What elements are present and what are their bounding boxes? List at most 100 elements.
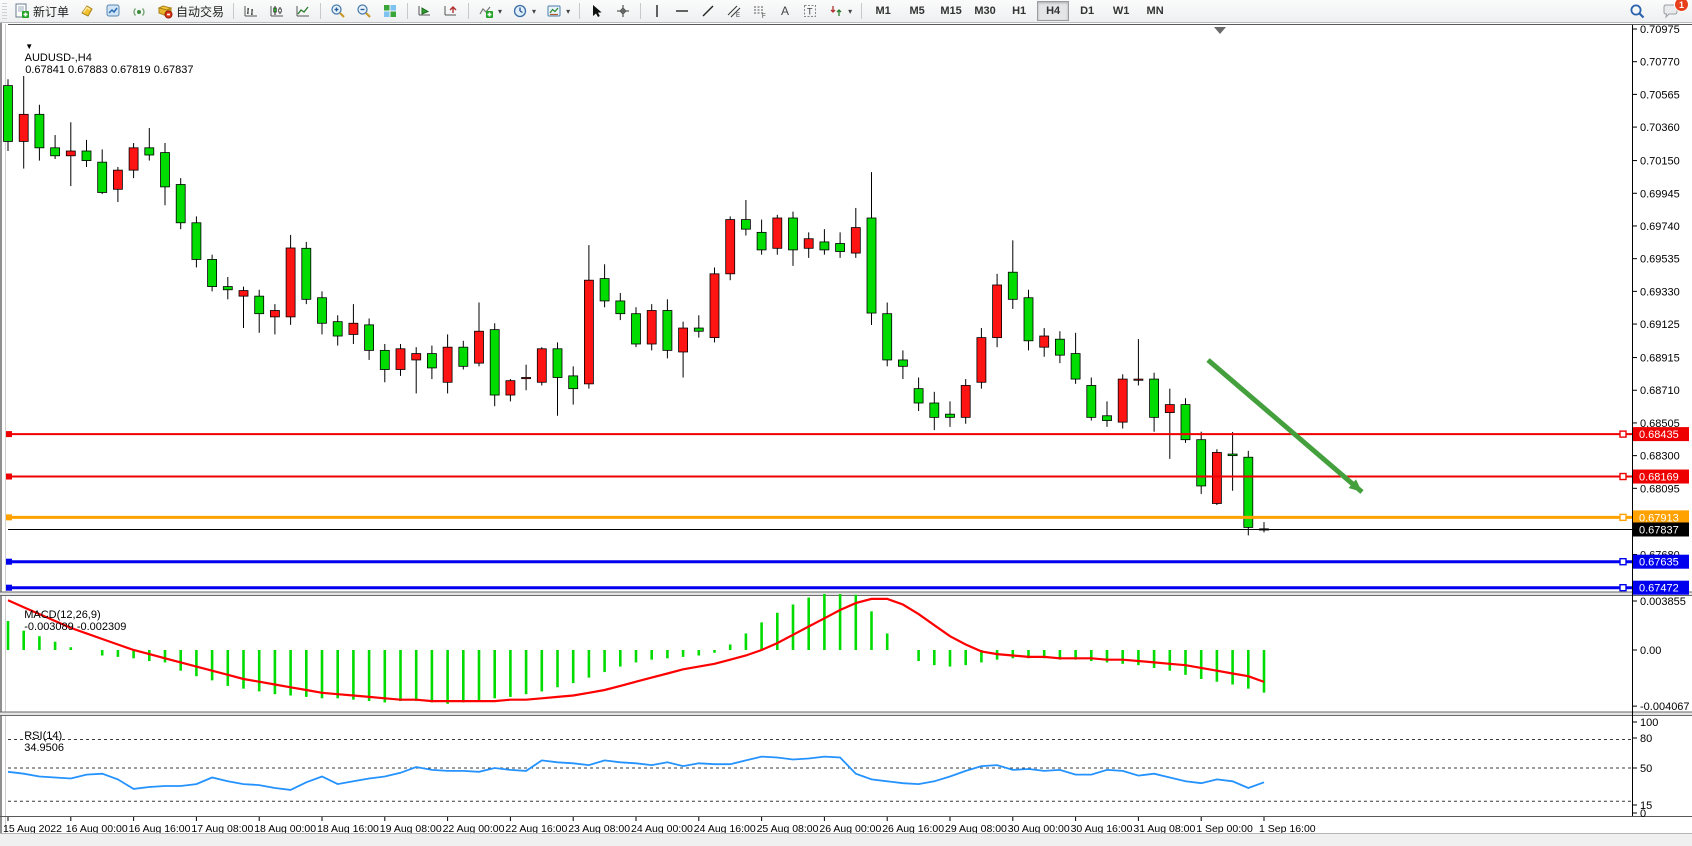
timeframe-button-h1[interactable]: H1 [1003,1,1035,21]
candle-body [239,291,248,297]
timeframe-button-m1[interactable]: M1 [867,1,899,21]
candle-body [176,185,185,223]
candle-body [161,153,170,187]
text-label-button[interactable]: T [798,0,822,22]
candle-body [255,296,264,314]
price-label-current-price: 0.67837 [1639,524,1679,536]
text-button[interactable]: A [774,0,796,22]
ohlc-values: 0.67841 0.67883 0.67819 0.67837 [25,64,193,76]
timeframe-button-d1[interactable]: D1 [1071,1,1103,21]
bar-chart-icon [243,3,259,19]
candle-body [898,360,907,366]
candle-body [223,287,232,290]
equidistant-channel-button[interactable]: E [722,0,746,22]
toolbar-separator [640,3,641,19]
candle-body [600,279,609,301]
timeframe-button-w1[interactable]: W1 [1105,1,1137,21]
candle-body [349,323,358,334]
candle-body [820,242,829,250]
candle-body [1008,272,1017,299]
macd-tick: -0.004067 [1640,701,1690,713]
price-tick: 0.69945 [1640,188,1680,200]
market-watch-button[interactable] [75,0,99,22]
candle-body [4,86,13,142]
toolbar-separator [407,3,408,19]
status-bar [0,833,1692,846]
candle-body [82,151,91,161]
pane-separator-rsi[interactable] [0,712,1692,716]
rsi-pane-label: RSI(14) 34.9506 [12,718,64,766]
templates-button[interactable]: ▾ [542,0,574,22]
main-toolbar: 新订单 自动交易 [0,0,1692,23]
hline-handle-right[interactable] [1620,585,1626,591]
bar-chart-type-button[interactable] [239,0,263,22]
chevron-down-icon: ▾ [498,7,502,16]
svg-text:T: T [807,7,813,17]
arrows-button[interactable]: ▾ [824,0,856,22]
hline-handle-right[interactable] [1620,514,1626,520]
rsi-tick: 80 [1640,733,1652,745]
price-tick: 0.68710 [1640,385,1680,397]
candle-body [726,220,735,274]
tile-windows-button[interactable] [378,0,402,22]
hline-handle-right[interactable] [1620,559,1626,565]
hline-handle-left[interactable] [6,514,12,520]
hline-handle-left[interactable] [6,585,12,591]
horizontal-line-button[interactable] [670,0,694,22]
hline-handle-right[interactable] [1620,474,1626,480]
price-tick: 0.68915 [1640,353,1680,365]
candle-body [1087,385,1096,417]
candle-body [1228,454,1237,456]
trendline-button[interactable] [696,0,720,22]
timeframe-button-m5[interactable]: M5 [901,1,933,21]
price-tick: 0.69125 [1640,319,1680,331]
timeframe-button-h4[interactable]: H4 [1037,1,1069,21]
line-chart-type-button[interactable] [291,0,315,22]
auto-scroll-button[interactable] [413,0,437,22]
rsi-title: RSI(14) [24,730,62,742]
candle-chart-type-button[interactable] [265,0,289,22]
periods-button[interactable]: ▾ [508,0,540,22]
hline-handle-right[interactable] [1620,431,1626,437]
timeframe-button-m15[interactable]: M15 [935,1,967,21]
crosshair-button[interactable] [611,0,635,22]
timeframe-button-m30[interactable]: M30 [969,1,1001,21]
auto-trading-button[interactable]: 自动交易 [153,0,228,22]
timeframe-button-mn[interactable]: MN [1139,1,1171,21]
pane-separator-macd[interactable] [0,592,1692,596]
cursor-button[interactable] [585,0,609,22]
hline-handle-left[interactable] [6,559,12,565]
search-button[interactable] [1625,0,1650,22]
collapse-icon[interactable]: ▼ [25,42,33,51]
zoom-out-button[interactable] [352,0,376,22]
notification-badge[interactable]: 1 [1674,0,1689,12]
indicators-icon [478,3,494,19]
chart-canvas[interactable]: 0.709750.707700.705650.703600.701500.699… [0,0,1692,846]
toolbar-separator [579,3,580,19]
price-tick: 0.69330 [1640,286,1680,298]
line-chart-icon [295,3,311,19]
fibonacci-button[interactable]: F [748,0,772,22]
trendline-icon [700,3,716,19]
candle-body [993,285,1002,338]
svg-text:F: F [762,14,766,19]
price-label-resistance-2: 0.68169 [1639,472,1679,484]
candle-body [208,259,217,286]
candle-body [51,148,60,156]
toolbar-grip[interactable] [2,3,7,19]
hline-handle-left[interactable] [6,431,12,437]
profile-button[interactable] [101,0,125,22]
candle-body [145,148,154,155]
candle-body [318,298,327,324]
new-order-button[interactable]: 新订单 [10,0,73,22]
vertical-line-button[interactable] [646,0,668,22]
candle-body [443,347,452,382]
zoom-in-button[interactable] [326,0,350,22]
signals-button[interactable] [127,0,151,22]
notifications-button[interactable]: 1 [1658,0,1683,22]
chart-shift-button[interactable] [439,0,463,22]
indicators-button[interactable]: ▾ [474,0,506,22]
hline-handle-left[interactable] [6,474,12,480]
candle-body [1150,379,1159,417]
crosshair-icon [615,3,631,19]
